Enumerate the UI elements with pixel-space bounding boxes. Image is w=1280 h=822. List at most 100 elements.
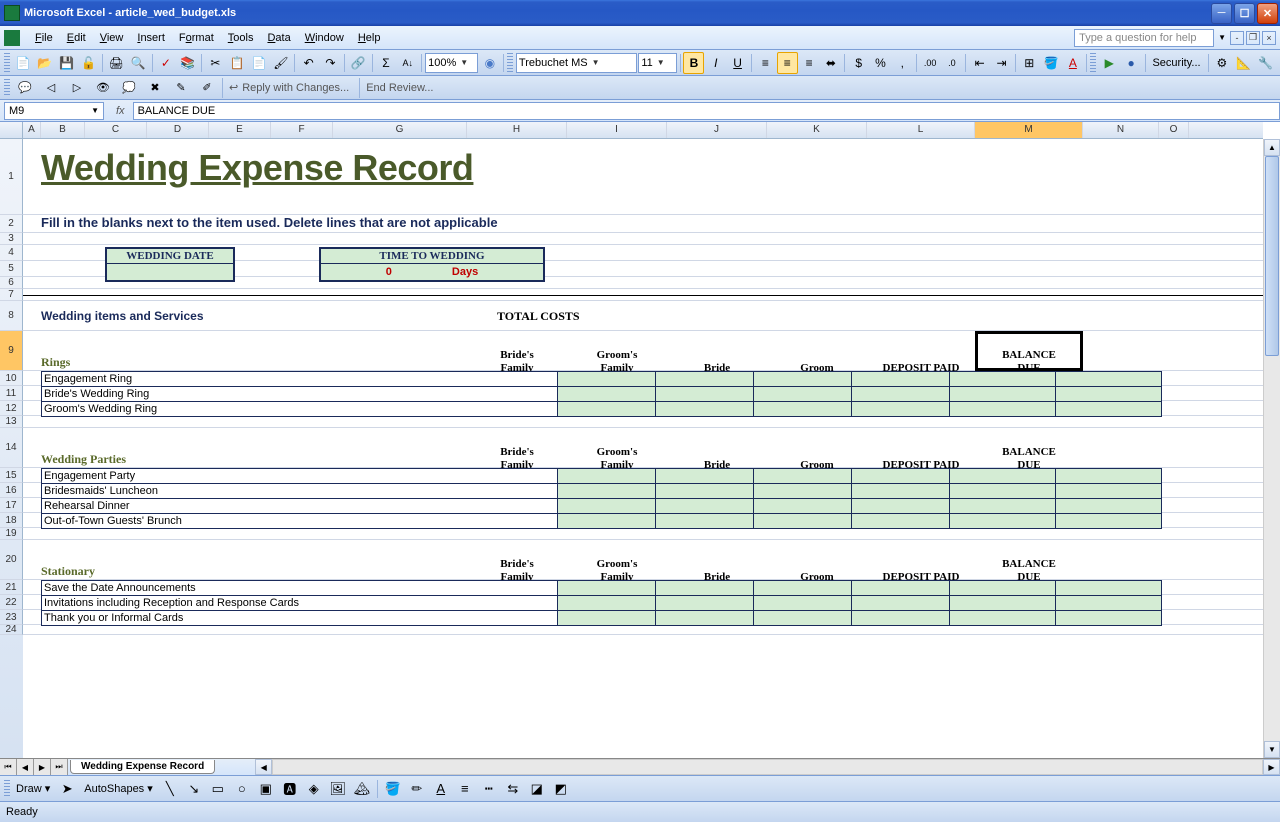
- menu-file[interactable]: File: [28, 30, 60, 46]
- increase-indent-icon[interactable]: ⇥: [991, 52, 1012, 74]
- draw-menu[interactable]: Draw ▾: [12, 782, 54, 795]
- item-cell[interactable]: Groom's Wedding Ring: [42, 402, 558, 417]
- value-cell[interactable]: [1056, 611, 1162, 626]
- picture-icon[interactable]: 🏔: [351, 778, 373, 800]
- col-header-H[interactable]: H: [467, 122, 567, 138]
- item-cell[interactable]: Bride's Wedding Ring: [42, 387, 558, 402]
- scroll-thumb[interactable]: [1265, 156, 1279, 356]
- value-cell[interactable]: [754, 402, 852, 417]
- row-header-5[interactable]: 5: [0, 261, 23, 277]
- value-cell[interactable]: [852, 596, 950, 611]
- row-header-23[interactable]: 23: [0, 610, 23, 625]
- textbox-icon[interactable]: ▣: [255, 778, 277, 800]
- col-header-O[interactable]: O: [1159, 122, 1189, 138]
- value-cell[interactable]: [656, 514, 754, 529]
- macro-record-icon[interactable]: ●: [1121, 52, 1142, 74]
- row-header-9[interactable]: 9: [0, 331, 23, 371]
- col-header-L[interactable]: L: [867, 122, 975, 138]
- row-header-17[interactable]: 17: [0, 498, 23, 513]
- vba-icon[interactable]: ⚙: [1212, 52, 1233, 74]
- italic-button[interactable]: I: [705, 52, 726, 74]
- toolbar-grip-3[interactable]: [1090, 53, 1096, 73]
- value-cell[interactable]: [558, 372, 656, 387]
- row-header-10[interactable]: 10: [0, 371, 23, 386]
- value-cell[interactable]: [558, 581, 656, 596]
- value-cell[interactable]: [950, 499, 1056, 514]
- dash-style-icon[interactable]: ┅: [478, 778, 500, 800]
- formula-input[interactable]: BALANCE DUE: [133, 102, 1280, 120]
- zoom-combo[interactable]: 100%▼: [425, 53, 478, 73]
- row-header-21[interactable]: 21: [0, 580, 23, 595]
- tab-last-icon[interactable]: ⏭: [51, 759, 68, 775]
- value-cell[interactable]: [754, 499, 852, 514]
- permission-icon[interactable]: 🔓: [78, 52, 99, 74]
- fx-icon[interactable]: fx: [108, 105, 133, 117]
- value-cell[interactable]: [656, 499, 754, 514]
- print-icon[interactable]: 🖨: [106, 52, 127, 74]
- value-cell[interactable]: [656, 611, 754, 626]
- menu-tools[interactable]: Tools: [221, 30, 261, 46]
- value-cell[interactable]: [1056, 372, 1162, 387]
- row-header-15[interactable]: 15: [0, 468, 23, 483]
- row-header-19[interactable]: 19: [0, 528, 23, 540]
- value-cell[interactable]: [950, 581, 1056, 596]
- show-ink-icon[interactable]: ✐: [196, 77, 218, 99]
- value-cell[interactable]: [950, 484, 1056, 499]
- col-header-J[interactable]: J: [667, 122, 767, 138]
- doc-minimize-button[interactable]: -: [1230, 31, 1244, 45]
- reply-changes-button[interactable]: ↩ Reply with Changes...: [222, 78, 355, 98]
- value-cell[interactable]: [950, 611, 1056, 626]
- value-cell[interactable]: [950, 514, 1056, 529]
- doc-restore-button[interactable]: ❐: [1246, 31, 1260, 45]
- help-search-input[interactable]: [1074, 29, 1214, 47]
- new-comment-icon[interactable]: 💬: [14, 77, 36, 99]
- font-size-combo[interactable]: 11▼: [638, 53, 676, 73]
- ink-icon[interactable]: ✎: [170, 77, 192, 99]
- value-cell[interactable]: [656, 387, 754, 402]
- line-color-icon[interactable]: ✏: [406, 778, 428, 800]
- item-cell[interactable]: Rehearsal Dinner: [42, 499, 558, 514]
- hscroll-right-icon[interactable]: ▶: [1263, 759, 1280, 775]
- value-cell[interactable]: [950, 402, 1056, 417]
- col-header-B[interactable]: B: [41, 122, 85, 138]
- row-header-6[interactable]: 6: [0, 277, 23, 289]
- menu-data[interactable]: Data: [260, 30, 297, 46]
- borders-icon[interactable]: ⊞: [1019, 52, 1040, 74]
- value-cell[interactable]: [754, 484, 852, 499]
- value-cell[interactable]: [558, 611, 656, 626]
- value-cell[interactable]: [1056, 514, 1162, 529]
- row-header-13[interactable]: 13: [0, 416, 23, 428]
- minimize-button[interactable]: ─: [1211, 3, 1232, 24]
- value-cell[interactable]: [950, 596, 1056, 611]
- value-cell[interactable]: [754, 596, 852, 611]
- value-cell[interactable]: [852, 484, 950, 499]
- font-color-draw-icon[interactable]: A: [430, 778, 452, 800]
- decrease-decimal-icon[interactable]: .0: [941, 52, 962, 74]
- toolbar-grip[interactable]: [4, 53, 10, 73]
- row-header-12[interactable]: 12: [0, 401, 23, 416]
- cut-icon[interactable]: ✂: [205, 52, 226, 74]
- item-cell[interactable]: Engagement Ring: [42, 372, 558, 387]
- col-header-D[interactable]: D: [147, 122, 209, 138]
- col-header-K[interactable]: K: [767, 122, 867, 138]
- row-header-4[interactable]: 4: [0, 245, 23, 261]
- fill-color-draw-icon[interactable]: 🪣: [382, 778, 404, 800]
- item-cell[interactable]: Engagement Party: [42, 469, 558, 484]
- hscroll-left-icon[interactable]: ◀: [255, 759, 272, 775]
- col-header-M[interactable]: M: [975, 122, 1083, 138]
- paste-icon[interactable]: 📄: [249, 52, 270, 74]
- save-icon[interactable]: 💾: [56, 52, 77, 74]
- select-objects-icon[interactable]: ➤: [56, 778, 78, 800]
- help-icon[interactable]: ◉: [479, 52, 500, 74]
- row-header-7[interactable]: 7: [0, 289, 23, 301]
- prev-comment-icon[interactable]: ◁: [40, 77, 62, 99]
- align-right-icon[interactable]: ≡: [799, 52, 820, 74]
- row-header-24[interactable]: 24: [0, 625, 23, 635]
- item-cell[interactable]: Save the Date Announcements: [42, 581, 558, 596]
- value-cell[interactable]: [852, 372, 950, 387]
- format-painter-icon[interactable]: 🖌: [270, 52, 291, 74]
- undo-icon[interactable]: ↶: [298, 52, 319, 74]
- toolbar-grip-4[interactable]: [4, 79, 10, 97]
- align-left-icon[interactable]: ≡: [755, 52, 776, 74]
- col-header-N[interactable]: N: [1083, 122, 1159, 138]
